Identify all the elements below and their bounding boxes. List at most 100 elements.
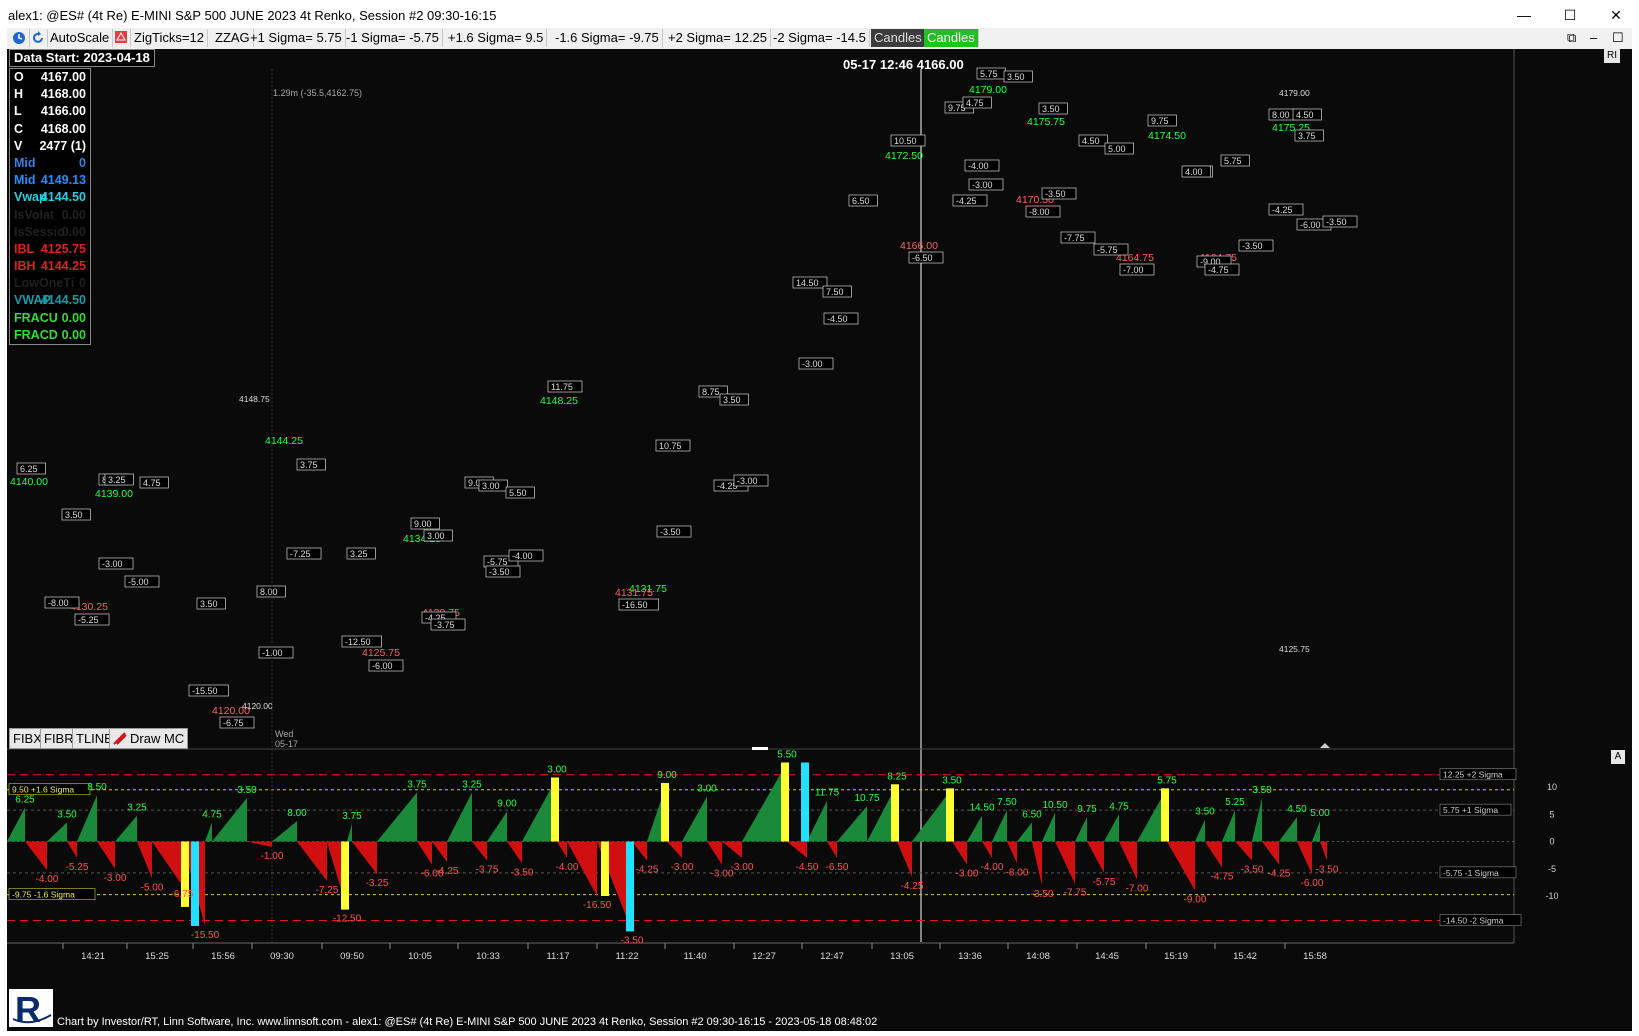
price-chart-svg[interactable]: 4140.00 4139.00 4144.25 4148.25 4172.50 4179.… [7,49,1632,1031]
osc-high-value: 3.25 [127,803,147,814]
close-window-button[interactable]: ✕ [1593,0,1639,30]
window-title: alex1: @ES# (4t Re) E-MINI S&P 500 JUNE … [8,8,497,23]
data-row-lowoneti: LowOneTi 0 [10,275,90,292]
osc-up-wedge [807,800,827,842]
data-row-fracd: FRACD 0.00 [10,327,90,344]
zigzag-value-label: 8.00 [1272,110,1290,120]
osc-down-wedge [1205,841,1222,868]
osc-down-wedge [1055,841,1075,884]
sigma-minus1-button[interactable]: -1 Sigma= -5.75 [343,29,443,47]
sigma-plus16-button[interactable]: +1.6 Sigma= 9.5 [445,29,548,47]
osc-down-wedge [1007,841,1017,864]
zigzag-value-label: 4.50 [1082,136,1100,146]
data-row-h: H 4168.00 [10,86,90,103]
sigma-minus2-button[interactable]: -2 Sigma= -14.5 [770,29,870,47]
data-value: 2477 (1) [39,138,86,153]
chart-toolbar: AutoScale ZigTicks=12 ZZAG +1 Sigma= 5.7… [7,28,1632,49]
chart-area[interactable]: 4140.00 4139.00 4144.25 4148.25 4172.50 4179.… [7,49,1632,1031]
zigzag-value-label: -16.50 [622,600,648,610]
data-key: H [14,87,24,102]
restore-chart-icon[interactable]: ⧉ [1564,29,1582,47]
osc-low-value: -3.50 [1316,865,1339,876]
osc-high-value: 4.75 [202,809,222,820]
maximize-button[interactable]: ☐ [1547,0,1593,30]
osc-high-value: 9.75 [1077,804,1097,815]
data-row-isvolat: IsVolat 0.00 [10,207,90,224]
refresh-icon[interactable] [29,29,48,47]
osc-down-wedge [1119,841,1137,880]
osc-sigma-highlight [661,782,669,842]
zigzag-value-label: 5.50 [509,488,527,498]
osc-up-wedge [487,811,507,842]
zigzag-value-label: -7.75 [1064,233,1085,243]
zigzag-value-label: 3.25 [108,475,126,485]
osc-low-value: -3.50 [621,935,644,946]
data-value: 4168.00 [40,87,86,102]
zigzag-value-label: -3.50 [1326,217,1347,227]
draw-mc-button[interactable]: Draw MC [109,728,189,749]
zigzag-value-label: 3.00 [482,481,500,491]
sigma-minus16-button[interactable]: -1.6 Sigma= -9.75 [552,29,663,47]
zigzag-value-label: 3.50 [200,599,218,609]
osc-up-wedge [1279,816,1297,842]
ri-button[interactable]: RI [1604,49,1620,63]
minimize-chart-icon[interactable]: – [1587,29,1605,47]
data-key: IBL [14,241,35,256]
osc-a-button[interactable]: A [1611,750,1625,764]
data-row-mid: Mid 0 [10,155,90,172]
osc-low-value: -12.50 [333,914,362,925]
osc-up-wedge [77,795,97,842]
zigzag-value-label: -3.00 [737,476,758,486]
zigzag-value-label: 3.25 [350,549,368,559]
autoscale-button[interactable]: AutoScale [47,29,114,47]
zigzag-value-label: -6.75 [223,718,244,728]
warning-icon[interactable] [112,29,131,47]
swing-high-label: 4175.75 [1027,116,1065,128]
sigma-plus1-button[interactable]: +1 Sigma= 5.75 [247,29,346,47]
data-value: 4125.75 [40,241,86,256]
data-row-vwap: VWAP 4144.50 [10,292,90,309]
osc-low-value: -3.50 [1031,889,1054,900]
time-tick-label: 15:56 [211,951,235,962]
cursor-readout: 05-17 12:46 4166.00 [843,57,964,72]
data-key: LowOneTi [14,276,75,291]
zigzag-value-label: -4.50 [827,314,848,324]
data-start-label: Data Start: 2023-04-18 [9,49,155,67]
osc-sigma-highlight [191,841,199,926]
osc-left-label: -9.75 -1.6 Sigma [12,890,75,900]
osc-down-wedge [632,841,647,861]
osc-tick-label: -5 [1548,864,1556,874]
maximize-chart-icon[interactable]: ☐ [1609,29,1627,47]
osc-high-value: 7.50 [997,797,1017,808]
osc-low-value: -4.25 [636,865,659,876]
pane-splitter-handle [752,747,768,750]
candles-toggle-dark[interactable]: Candles [871,29,926,47]
minimize-button[interactable]: — [1501,0,1547,30]
zigzag-value-label: 5.75 [980,69,998,79]
sigma-plus2-button[interactable]: +2 Sigma= 12.25 [665,29,772,47]
candles-toggle-green[interactable]: Candles [924,29,979,47]
osc-high-value: 5.75 [1157,775,1177,786]
zigzag-value-label: 5.75 [1224,156,1242,166]
osc-sigma-highlight [551,777,559,842]
zigzag-value-label: -7.00 [1123,265,1144,275]
osc-sigma-highlight [801,762,809,842]
price-axis-bg [1514,49,1632,749]
osc-low-value: -3.50 [511,867,534,878]
osc-low-value: -4.00 [556,862,579,873]
osc-down-wedge [297,841,327,882]
clock-icon[interactable] [9,29,30,47]
osc-low-value: -3.00 [671,862,694,873]
swing-low-label: 4125.75 [362,647,400,659]
time-tick-label: 14:45 [1095,951,1119,962]
zigzag-value-label: -6.00 [1300,220,1321,230]
osc-up-wedge [1252,797,1262,842]
osc-up-wedge [1042,812,1055,842]
osc-down-wedge [25,841,47,871]
data-value: 4167.00 [40,70,86,84]
time-tick-label: 13:05 [890,951,914,962]
profile-extreme-label: 4148.75 [239,394,270,404]
osc-low-value: -5.25 [66,862,89,873]
zigticks-button[interactable]: ZigTicks=12 [131,29,208,47]
osc-low-value: -15.50 [191,930,220,941]
